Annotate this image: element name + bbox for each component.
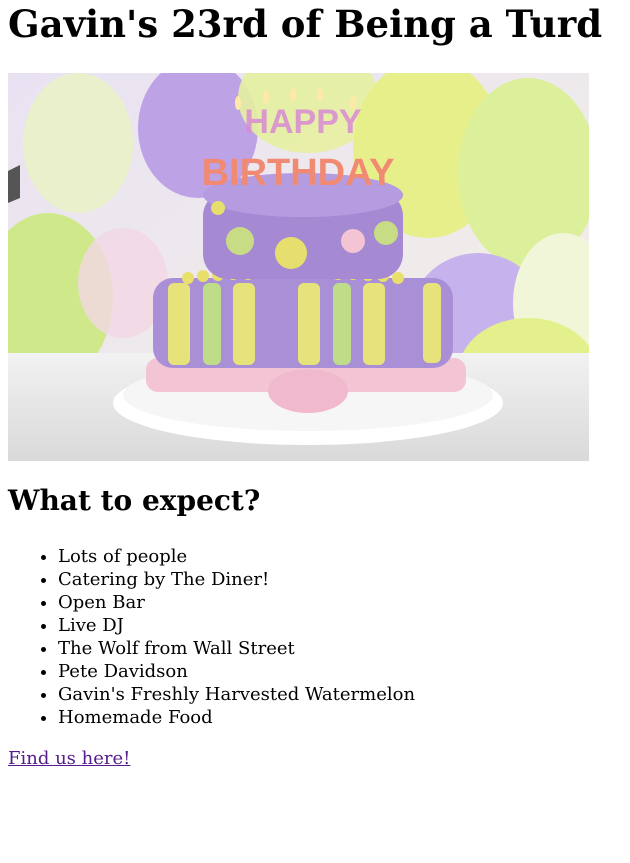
list-item: Gavin's Freshly Harvested Watermelon [58,683,415,706]
list-item: The Wolf from Wall Street [58,637,415,660]
birthday-cake-image: HAPPY BIRTHDAY [8,73,589,461]
cake-candles-birthday: BIRTHDAY [202,152,395,194]
list-item: Open Bar [58,591,415,614]
cake-candles-happy: HAPPY [244,103,361,141]
list-item: Catering by The Diner! [58,568,415,591]
page-title: Gavin's 23rd of Being a Turd [8,2,603,46]
list-item: Homemade Food [58,706,415,729]
list-item: Pete Davidson [58,660,415,683]
section-heading: What to expect? [8,484,261,517]
list-item: Live DJ [58,614,415,637]
list-item: Lots of people [58,545,415,568]
find-us-link[interactable]: Find us here! [8,748,130,769]
expect-list: Lots of people Catering by The Diner! Op… [8,545,415,729]
